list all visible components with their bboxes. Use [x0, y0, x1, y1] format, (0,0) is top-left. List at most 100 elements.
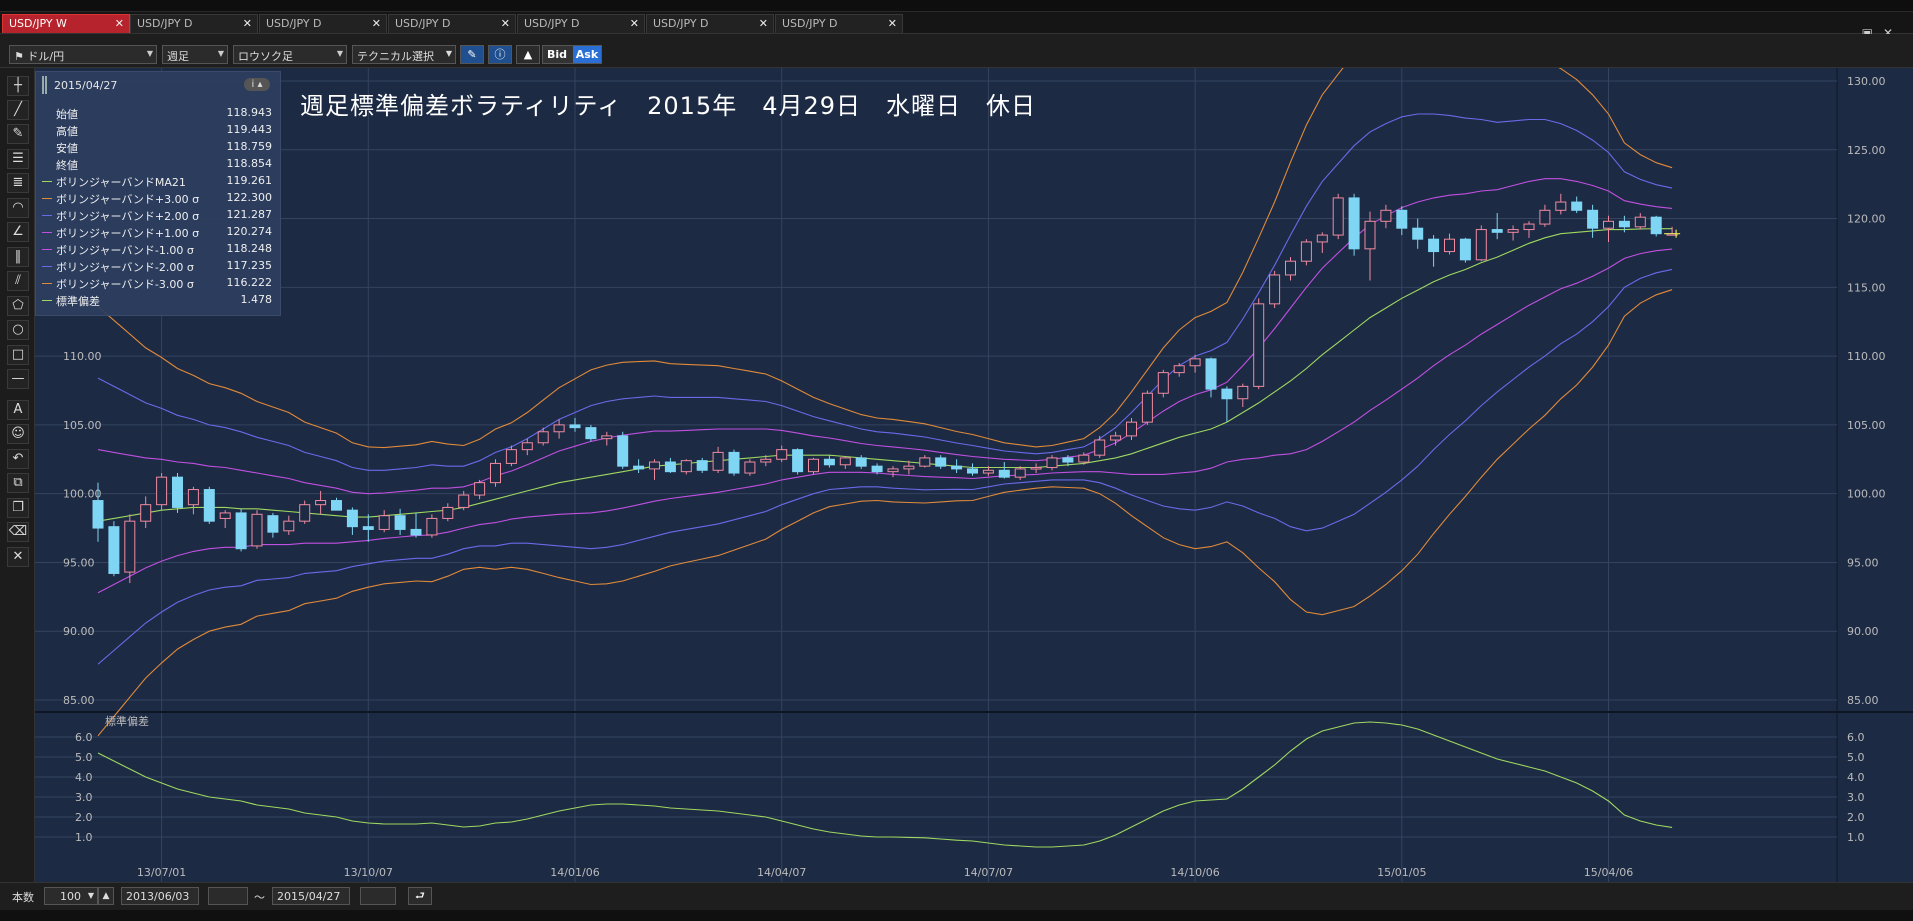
copy-tool-icon[interactable]: ⧉ [7, 473, 29, 493]
technical-select-button[interactable]: テクニカル選択 ▼ [352, 45, 456, 64]
fan-tool-icon[interactable]: ∠ [7, 222, 29, 242]
legend-name: ボリンジャーバンド+3.00 σ [56, 193, 200, 206]
tab-usdjpy-d[interactable]: USD/JPY D ✕ [775, 14, 903, 33]
candle-body-up [1094, 439, 1106, 456]
chart-type-select[interactable]: ロウソク足 [233, 45, 347, 64]
candle-body-up [1030, 467, 1042, 470]
legend-color-swatch [42, 266, 52, 267]
legend-value: 122.300 [226, 191, 273, 204]
crosshair-tool-icon[interactable]: ┼ [7, 76, 29, 96]
pencil-tool-icon[interactable]: ✎ [7, 124, 29, 144]
period-value: 週足 [167, 50, 189, 63]
tab-usdjpy-d[interactable]: USD/JPY D ✕ [517, 14, 645, 33]
candle-body-down [346, 509, 358, 528]
candle-body-up [601, 435, 613, 440]
from-time-input[interactable] [208, 887, 248, 905]
candle-body-down [1650, 216, 1662, 235]
chart-area[interactable]: 130.00 125.00 120.00 115.00 110.00 110.00 105.… [35, 68, 1913, 882]
legend-name: ボリンジャーバンド-2.00 σ [56, 261, 194, 274]
candle-body-up [1046, 457, 1058, 469]
candle-body-up [839, 457, 851, 466]
tab-usdjpy-d[interactable]: USD/JPY D ✕ [130, 14, 258, 33]
candle-body-up [1110, 435, 1122, 441]
candle [617, 431, 629, 469]
close-icon[interactable]: ✕ [372, 17, 381, 30]
to-time-input[interactable] [360, 887, 396, 905]
candle-body-up [1332, 197, 1344, 236]
y-tick-label-right: 130.00 [1847, 75, 1886, 88]
tab-usdjpy-d[interactable]: USD/JPY D ✕ [388, 14, 516, 33]
period-select[interactable]: 週足 [162, 45, 228, 64]
eraser-tool-icon[interactable]: ⌫ [7, 522, 29, 542]
fibonacci-tool-icon[interactable]: ≣ [7, 173, 29, 193]
from-date-input[interactable]: 2013/06/03 [121, 887, 199, 905]
trendline-tool-icon[interactable]: ╱ [7, 100, 29, 120]
ask-button[interactable]: Ask [573, 46, 601, 63]
candle-body-down [569, 424, 581, 429]
candle [251, 510, 263, 549]
close-icon[interactable]: ✕ [501, 17, 510, 30]
chart-style-button[interactable]: ▲ [516, 45, 540, 64]
candle-body-up [1539, 209, 1551, 225]
candle-body-up [887, 468, 899, 473]
legend-name: 高値 [56, 125, 78, 138]
x-tick-label: 14/07/07 [964, 866, 1013, 879]
candle-body-up [1189, 358, 1201, 367]
candle-body-down [871, 465, 883, 473]
tab-usdjpy-d[interactable]: USD/JPY D ✕ [259, 14, 387, 33]
candle-body-up [903, 465, 915, 470]
chart-svg[interactable]: 130.00 125.00 120.00 115.00 110.00 110.00 105.… [35, 68, 1913, 882]
vertical-lines-tool-icon[interactable]: ‖ [7, 247, 29, 267]
horizontal-lines-tool-icon[interactable]: ☰ [7, 149, 29, 169]
info-toggle-icon[interactable]: i ▴ [244, 78, 270, 91]
bid-ask-toggle[interactable]: Bid Ask [542, 45, 602, 64]
tab-usdjpy-w[interactable]: USD/JPY W ✕ [2, 14, 130, 33]
candle-body-down [1587, 209, 1599, 229]
channel-tool-icon[interactable]: ⫽ [7, 271, 29, 291]
candle [808, 457, 819, 475]
candle-body-down [935, 457, 947, 467]
legend-value: 116.222 [226, 276, 273, 289]
emoji-tool-icon[interactable]: ☺ [7, 424, 29, 444]
bid-button[interactable]: Bid [543, 46, 571, 63]
pentagon-tool-icon[interactable]: ⬠ [7, 296, 29, 316]
draw-pen-button[interactable]: ✎ [460, 45, 484, 64]
layers-tool-icon[interactable]: ❐ [7, 498, 29, 518]
legend-row-close: 終値 118.854 [42, 157, 274, 172]
clear-tool-icon[interactable]: ✕ [7, 547, 29, 567]
info-button[interactable]: ⓘ [488, 45, 512, 64]
count-up-button[interactable]: ▲ [98, 887, 114, 905]
close-icon[interactable]: ✕ [630, 17, 639, 30]
y-tick-label-right: 115.00 [1847, 281, 1886, 294]
count-select[interactable]: 100 ▼ [44, 887, 98, 905]
circle-tool-icon[interactable]: ○ [7, 320, 29, 340]
candle [1650, 215, 1662, 237]
candle-body-down [1491, 229, 1503, 233]
sub-y-tick-label-right: 1.0 [1847, 831, 1865, 844]
tab-usdjpy-d[interactable]: USD/JPY D ✕ [646, 14, 774, 33]
line-tool-icon[interactable]: — [7, 369, 29, 389]
undo-tool-icon[interactable]: ↶ [7, 449, 29, 469]
close-icon[interactable]: ✕ [759, 17, 768, 30]
rectangle-tool-icon[interactable]: □ [7, 345, 29, 365]
to-date-input[interactable]: 2015/04/27 [272, 887, 350, 905]
legend-value: 118.854 [226, 157, 273, 170]
legend-value: 118.943 [226, 106, 273, 119]
candle-body-up [521, 442, 533, 451]
text-tool-icon[interactable]: A [7, 400, 29, 420]
chevron-down-icon: ▼ [87, 891, 94, 900]
candle-body-down [951, 465, 963, 470]
currency-pair-select[interactable]: ⚑ ドル/円 [9, 45, 157, 64]
close-icon[interactable]: ✕ [243, 17, 252, 30]
sub-y-tick-label-right: 5.0 [1847, 751, 1865, 764]
x-tick-label: 14/10/06 [1170, 866, 1219, 879]
arc-tool-icon[interactable]: ◠ [7, 198, 29, 218]
legend-row-open: 始値 118.943 [42, 106, 274, 121]
close-icon[interactable]: ✕ [115, 17, 124, 30]
candle-body-up [1173, 365, 1185, 374]
candle-body-down [1459, 238, 1471, 261]
refresh-button[interactable]: ⮐ [408, 887, 432, 905]
close-icon[interactable]: ✕ [888, 17, 897, 30]
candle-body-down [410, 528, 422, 536]
drag-handle[interactable] [42, 76, 47, 94]
